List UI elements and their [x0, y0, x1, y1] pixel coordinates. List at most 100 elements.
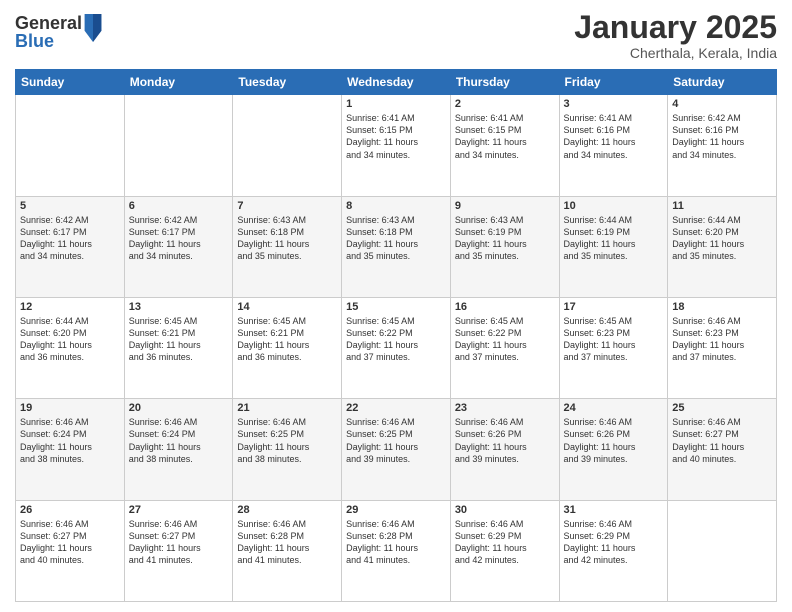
- day-number: 31: [564, 504, 664, 516]
- day-number: 5: [20, 200, 120, 212]
- day-number: 4: [672, 98, 772, 110]
- calendar-week-3: 12Sunrise: 6:44 AM Sunset: 6:20 PM Dayli…: [16, 297, 777, 398]
- day-number: 19: [20, 402, 120, 414]
- calendar-cell: 22 Sunrise: 6:46 AM Sunset: 6:25 PM Dayli…: [342, 399, 451, 500]
- calendar-cell: 19 Sunrise: 6:46 AM Sunset: 6:24 PM Dayli…: [16, 399, 125, 500]
- calendar-cell: [124, 95, 233, 196]
- calendar-cell: 1 Sunrise: 6:41 AM Sunset: 6:15 PM Daylig…: [342, 95, 451, 196]
- day-number: 15: [346, 301, 446, 313]
- calendar-week-4: 19 Sunrise: 6:46 AM Sunset: 6:24 PM Dayli…: [16, 399, 777, 500]
- day-number: 14: [237, 301, 337, 313]
- day-info: Sunrise: 6:46 AM Sunset: 6:24 PM Dayligh…: [20, 416, 120, 465]
- header: General Blue January 2025 Cherthala, Ker…: [15, 10, 777, 61]
- day-info: Sunrise: 6:46 AM Sunset: 6:24 PM Dayligh…: [129, 416, 229, 465]
- day-info: Sunrise: 6:46 AM Sunset: 6:29 PM Dayligh…: [455, 518, 555, 567]
- day-number: 13: [129, 301, 229, 313]
- day-info: Sunrise: 6:44 AM Sunset: 6:20 PM Dayligh…: [20, 315, 120, 364]
- logo-general: General: [15, 14, 82, 32]
- day-number: 22: [346, 402, 446, 414]
- calendar-cell: 20 Sunrise: 6:46 AM Sunset: 6:24 PM Dayli…: [124, 399, 233, 500]
- logo-icon: [84, 14, 102, 42]
- calendar-cell: 12Sunrise: 6:44 AM Sunset: 6:20 PM Dayli…: [16, 297, 125, 398]
- header-sunday: Sunday: [16, 70, 125, 95]
- calendar-cell: 31Sunrise: 6:46 AM Sunset: 6:29 PM Dayli…: [559, 500, 668, 601]
- day-number: 17: [564, 301, 664, 313]
- calendar-cell: 9 Sunrise: 6:43 AM Sunset: 6:19 PM Daylig…: [450, 196, 559, 297]
- calendar-cell: 13 Sunrise: 6:45 AM Sunset: 6:21 PM Dayli…: [124, 297, 233, 398]
- day-number: 1: [346, 98, 446, 110]
- calendar-week-5: 26 Sunrise: 6:46 AM Sunset: 6:27 PM Dayli…: [16, 500, 777, 601]
- calendar-cell: 2 Sunrise: 6:41 AM Sunset: 6:15 PM Daylig…: [450, 95, 559, 196]
- day-number: 21: [237, 402, 337, 414]
- day-number: 7: [237, 200, 337, 212]
- day-info: Sunrise: 6:46 AM Sunset: 6:25 PM Dayligh…: [346, 416, 446, 465]
- day-info: Sunrise: 6:45 AM Sunset: 6:21 PM Dayligh…: [237, 315, 337, 364]
- title-block: January 2025 Cherthala, Kerala, India: [574, 10, 777, 61]
- calendar-cell: [16, 95, 125, 196]
- day-info: Sunrise: 6:43 AM Sunset: 6:18 PM Dayligh…: [237, 214, 337, 263]
- day-number: 30: [455, 504, 555, 516]
- day-info: Sunrise: 6:46 AM Sunset: 6:23 PM Dayligh…: [672, 315, 772, 364]
- calendar-cell: [668, 500, 777, 601]
- calendar-cell: 24Sunrise: 6:46 AM Sunset: 6:26 PM Dayli…: [559, 399, 668, 500]
- day-number: 26: [20, 504, 120, 516]
- header-tuesday: Tuesday: [233, 70, 342, 95]
- calendar-cell: 8Sunrise: 6:43 AM Sunset: 6:18 PM Daylig…: [342, 196, 451, 297]
- calendar-cell: 6Sunrise: 6:42 AM Sunset: 6:17 PM Daylig…: [124, 196, 233, 297]
- calendar-cell: 16 Sunrise: 6:45 AM Sunset: 6:22 PM Dayli…: [450, 297, 559, 398]
- day-number: 9: [455, 200, 555, 212]
- day-number: 18: [672, 301, 772, 313]
- logo: General Blue: [15, 14, 104, 50]
- calendar-cell: 21Sunrise: 6:46 AM Sunset: 6:25 PM Dayli…: [233, 399, 342, 500]
- day-info: Sunrise: 6:46 AM Sunset: 6:27 PM Dayligh…: [20, 518, 120, 567]
- day-number: 3: [564, 98, 664, 110]
- day-info: Sunrise: 6:46 AM Sunset: 6:27 PM Dayligh…: [672, 416, 772, 465]
- day-info: Sunrise: 6:45 AM Sunset: 6:22 PM Dayligh…: [455, 315, 555, 364]
- day-info: Sunrise: 6:45 AM Sunset: 6:21 PM Dayligh…: [129, 315, 229, 364]
- day-info: Sunrise: 6:44 AM Sunset: 6:19 PM Dayligh…: [564, 214, 664, 263]
- calendar-cell: 29Sunrise: 6:46 AM Sunset: 6:28 PM Dayli…: [342, 500, 451, 601]
- calendar-cell: 17 Sunrise: 6:45 AM Sunset: 6:23 PM Dayli…: [559, 297, 668, 398]
- calendar-cell: 23 Sunrise: 6:46 AM Sunset: 6:26 PM Dayli…: [450, 399, 559, 500]
- location-subtitle: Cherthala, Kerala, India: [574, 45, 777, 61]
- month-title: January 2025: [574, 10, 777, 45]
- calendar-cell: 27Sunrise: 6:46 AM Sunset: 6:27 PM Dayli…: [124, 500, 233, 601]
- calendar-cell: 3 Sunrise: 6:41 AM Sunset: 6:16 PM Daylig…: [559, 95, 668, 196]
- day-number: 23: [455, 402, 555, 414]
- calendar-cell: 5Sunrise: 6:42 AM Sunset: 6:17 PM Daylig…: [16, 196, 125, 297]
- calendar-week-1: 1 Sunrise: 6:41 AM Sunset: 6:15 PM Daylig…: [16, 95, 777, 196]
- page: General Blue January 2025 Cherthala, Ker…: [0, 0, 792, 612]
- calendar-cell: 30 Sunrise: 6:46 AM Sunset: 6:29 PM Dayli…: [450, 500, 559, 601]
- day-info: Sunrise: 6:43 AM Sunset: 6:19 PM Dayligh…: [455, 214, 555, 263]
- day-info: Sunrise: 6:42 AM Sunset: 6:16 PM Dayligh…: [672, 112, 772, 161]
- day-number: 24: [564, 402, 664, 414]
- day-info: Sunrise: 6:42 AM Sunset: 6:17 PM Dayligh…: [129, 214, 229, 263]
- day-number: 25: [672, 402, 772, 414]
- calendar-cell: 4 Sunrise: 6:42 AM Sunset: 6:16 PM Daylig…: [668, 95, 777, 196]
- calendar-cell: [233, 95, 342, 196]
- day-number: 16: [455, 301, 555, 313]
- day-number: 29: [346, 504, 446, 516]
- calendar-cell: 25 Sunrise: 6:46 AM Sunset: 6:27 PM Dayli…: [668, 399, 777, 500]
- day-number: 2: [455, 98, 555, 110]
- calendar-cell: 11Sunrise: 6:44 AM Sunset: 6:20 PM Dayli…: [668, 196, 777, 297]
- day-number: 10: [564, 200, 664, 212]
- calendar-cell: 28Sunrise: 6:46 AM Sunset: 6:28 PM Dayli…: [233, 500, 342, 601]
- day-number: 8: [346, 200, 446, 212]
- calendar-cell: 26 Sunrise: 6:46 AM Sunset: 6:27 PM Dayli…: [16, 500, 125, 601]
- day-number: 11: [672, 200, 772, 212]
- calendar-table: Sunday Monday Tuesday Wednesday Thursday…: [15, 69, 777, 602]
- day-info: Sunrise: 6:46 AM Sunset: 6:27 PM Dayligh…: [129, 518, 229, 567]
- day-info: Sunrise: 6:41 AM Sunset: 6:16 PM Dayligh…: [564, 112, 664, 161]
- day-info: Sunrise: 6:46 AM Sunset: 6:26 PM Dayligh…: [455, 416, 555, 465]
- calendar-cell: 7 Sunrise: 6:43 AM Sunset: 6:18 PM Daylig…: [233, 196, 342, 297]
- calendar-header-row: Sunday Monday Tuesday Wednesday Thursday…: [16, 70, 777, 95]
- header-monday: Monday: [124, 70, 233, 95]
- day-info: Sunrise: 6:45 AM Sunset: 6:22 PM Dayligh…: [346, 315, 446, 364]
- day-info: Sunrise: 6:45 AM Sunset: 6:23 PM Dayligh…: [564, 315, 664, 364]
- day-number: 28: [237, 504, 337, 516]
- day-info: Sunrise: 6:41 AM Sunset: 6:15 PM Dayligh…: [455, 112, 555, 161]
- day-info: Sunrise: 6:41 AM Sunset: 6:15 PM Dayligh…: [346, 112, 446, 161]
- day-number: 20: [129, 402, 229, 414]
- logo-blue: Blue: [15, 32, 82, 50]
